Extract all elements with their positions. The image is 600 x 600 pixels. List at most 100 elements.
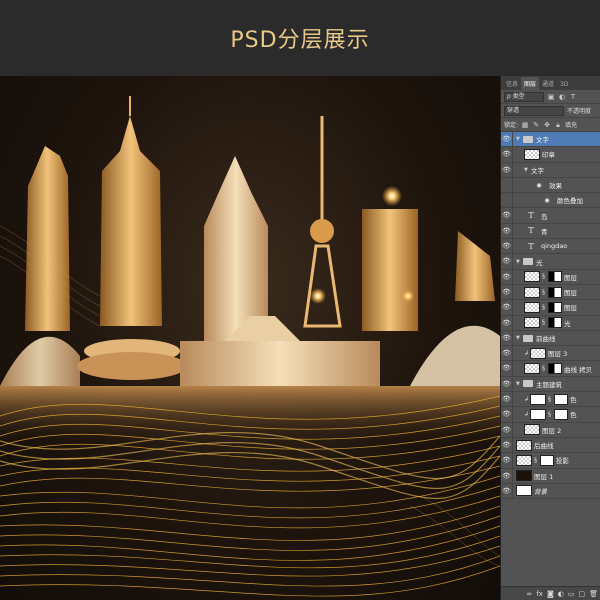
expand-arrow-icon[interactable]: ▼: [516, 381, 523, 387]
layer-row[interactable]: 👁︎ § 图层: [501, 284, 600, 301]
layer-row[interactable]: 👁︎ 图层 2: [501, 422, 600, 438]
layer-row[interactable]: 👁︎ T 岛: [501, 208, 600, 224]
layer-row[interactable]: 👁︎ ↲ § 色: [501, 407, 600, 423]
mask-link-icon[interactable]: §: [534, 457, 539, 464]
layer-mask-thumbnail[interactable]: [554, 408, 568, 420]
adjustment-icon[interactable]: ◐: [558, 590, 564, 598]
layer-name: 印章: [542, 151, 555, 160]
trash-icon[interactable]: 🗑︎: [589, 590, 598, 598]
filter-row: ρ 类型 ▣ ◐ T: [501, 90, 600, 104]
layer-row[interactable]: 👁︎ ▼ 主题建筑: [501, 376, 600, 393]
visibility-eye-icon[interactable]: 👁︎: [501, 468, 513, 483]
layer-thumbnail: [530, 347, 546, 359]
layer-row[interactable]: 👁︎ ▼ 文字: [501, 132, 600, 148]
visibility-eye-icon[interactable]: 👁︎: [501, 315, 513, 330]
mask-link-icon[interactable]: §: [542, 304, 547, 311]
filter-kind-select[interactable]: ρ 类型: [504, 91, 544, 102]
layer-mask-thumbnail[interactable]: [540, 454, 554, 466]
visibility-eye-icon[interactable]: 👁︎: [501, 162, 513, 177]
visibility-eye-icon[interactable]: 👁︎: [501, 300, 513, 315]
layer-thumbnail: [530, 393, 546, 405]
layer-row[interactable]: 👁︎ 后曲线: [501, 437, 600, 454]
document-canvas[interactable]: [0, 76, 500, 600]
visibility-eye-icon[interactable]: 👁︎: [501, 376, 513, 392]
effect-icon: ◉: [536, 181, 542, 189]
visibility-eye-icon[interactable]: 👁︎: [501, 284, 513, 300]
mask-link-icon[interactable]: §: [548, 411, 553, 418]
layer-row[interactable]: 👁︎ ↲ 图层 3: [501, 346, 600, 362]
tab-3d[interactable]: 3D: [557, 79, 571, 90]
tab-channels[interactable]: 通道: [539, 77, 557, 90]
visibility-eye-icon[interactable]: 👁︎: [501, 361, 513, 376]
visibility-eye-icon[interactable]: 👁︎: [501, 453, 513, 468]
expand-arrow-icon[interactable]: ▼: [524, 167, 531, 173]
visibility-eye-icon[interactable]: 👁︎: [501, 392, 513, 407]
visibility-eye-icon[interactable]: 👁︎: [501, 147, 513, 162]
lock-move-icon[interactable]: ✥: [543, 121, 551, 129]
mask-link-icon[interactable]: §: [542, 319, 547, 326]
layer-name: 光: [536, 258, 543, 267]
visibility-eye-icon[interactable]: 👁︎: [501, 132, 513, 147]
new-layer-icon[interactable]: ▢: [578, 590, 585, 598]
mask-link-icon[interactable]: §: [542, 289, 547, 296]
lock-pixels-icon[interactable]: ▦: [521, 121, 529, 129]
link-icon[interactable]: ∞: [527, 590, 533, 598]
effect-icon: ◉: [544, 196, 550, 204]
layer-row[interactable]: 👁︎ § 曲线 拷贝: [501, 361, 600, 377]
layer-row[interactable]: 👁︎ ▼ 光: [501, 254, 600, 270]
layer-mask-thumbnail[interactable]: [548, 286, 562, 298]
mask-link-icon[interactable]: §: [542, 365, 547, 372]
visibility-eye-icon[interactable]: 👁︎: [501, 437, 513, 453]
layer-row[interactable]: 👁︎ § 光: [501, 315, 600, 331]
visibility-eye-icon[interactable]: 👁︎: [501, 239, 513, 254]
tab-layers[interactable]: 图层: [521, 77, 540, 90]
expand-arrow-icon[interactable]: ▼: [516, 259, 523, 265]
mask-link-icon[interactable]: §: [548, 396, 553, 403]
layer-row[interactable]: 👁︎ ↲ § 色: [501, 392, 600, 408]
blend-mode-select[interactable]: 穿透: [504, 105, 564, 116]
visibility-eye-icon[interactable]: 👁︎: [501, 269, 513, 284]
layer-row[interactable]: 👁︎ 背景: [501, 483, 600, 500]
mask-icon[interactable]: ◙: [547, 590, 554, 598]
lock-brush-icon[interactable]: ✎: [532, 121, 540, 129]
layer-row[interactable]: 👁︎ 印章: [501, 147, 600, 163]
layer-row[interactable]: 👁︎ 图层 1: [501, 468, 600, 484]
adjust-filter-icon[interactable]: ◐: [558, 93, 566, 101]
mask-link-icon[interactable]: §: [542, 273, 547, 280]
folder-icon[interactable]: ▭: [568, 590, 575, 598]
layer-row[interactable]: ◉ 颜色叠加: [501, 193, 600, 209]
expand-arrow-icon[interactable]: ▼: [516, 335, 523, 341]
layer-row[interactable]: 👁︎ Tqingdao: [501, 239, 600, 255]
visibility-eye-icon[interactable]: 👁︎: [501, 422, 513, 437]
folder-icon: [523, 258, 533, 266]
visibility-eye-icon[interactable]: 👁︎: [501, 223, 513, 239]
layer-mask-thumbnail[interactable]: [554, 393, 568, 405]
layer-mask-thumbnail[interactable]: [548, 271, 562, 283]
visibility-eye-icon[interactable]: [501, 193, 513, 208]
layer-row[interactable]: 👁︎ T 青: [501, 223, 600, 240]
layer-row[interactable]: 👁︎ ▼ 前曲线: [501, 330, 600, 347]
visibility-eye-icon[interactable]: 👁︎: [501, 483, 513, 499]
visibility-eye-icon[interactable]: 👁︎: [501, 254, 513, 269]
lock-all-icon[interactable]: 🔒︎: [554, 121, 562, 129]
layer-row[interactable]: 👁︎ § 投影: [501, 453, 600, 469]
visibility-eye-icon[interactable]: 👁︎: [501, 330, 513, 346]
tab-info[interactable]: 信息: [503, 77, 521, 90]
layer-thumbnail: [524, 424, 540, 436]
layer-row[interactable]: 👁︎ ▼ 文字: [501, 162, 600, 178]
image-filter-icon[interactable]: ▣: [547, 93, 555, 101]
expand-arrow-icon[interactable]: ▼: [516, 136, 523, 142]
visibility-eye-icon[interactable]: 👁︎: [501, 346, 513, 361]
fx-icon[interactable]: fx: [536, 590, 543, 598]
layer-mask-thumbnail[interactable]: [548, 301, 562, 313]
layer-row[interactable]: ◉ 效果: [501, 177, 600, 194]
visibility-eye-icon[interactable]: 👁︎: [501, 407, 513, 422]
layer-mask-thumbnail[interactable]: [548, 363, 562, 375]
layer-mask-thumbnail[interactable]: [548, 317, 562, 329]
visibility-eye-icon[interactable]: 👁︎: [501, 208, 513, 223]
layer-row[interactable]: 👁︎ § 图层: [501, 269, 600, 285]
title-banner: PSD分层展示: [0, 0, 600, 76]
visibility-eye-icon[interactable]: [501, 177, 513, 193]
layer-row[interactable]: 👁︎ § 图层: [501, 300, 600, 316]
text-filter-icon[interactable]: T: [569, 93, 577, 101]
